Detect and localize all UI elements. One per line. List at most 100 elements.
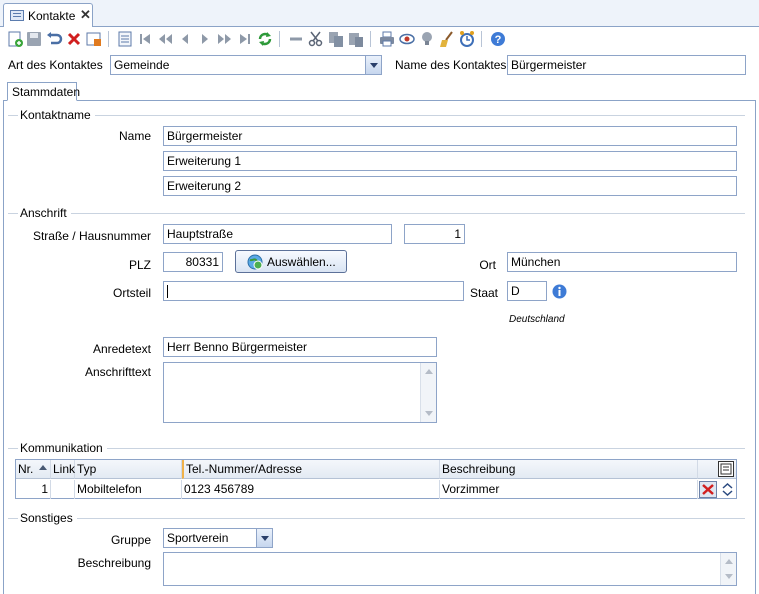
sort-ascending-icon [39, 465, 47, 470]
beschreibung-label: Beschreibung [77, 556, 151, 570]
scroll-up-icon[interactable] [725, 559, 733, 564]
help-icon[interactable]: ? [489, 30, 507, 48]
name-input[interactable]: Bürgermeister [163, 126, 737, 146]
preview-icon[interactable] [398, 30, 416, 48]
toolbar: ? [0, 27, 759, 51]
gruppe-select[interactable]: Sportverein [163, 528, 273, 548]
add-row-icon[interactable] [718, 461, 734, 477]
kommunikation-table: Nr. Link Typ Tel.-Nummer/Adresse Beschre… [15, 459, 737, 499]
column-header-actions [698, 460, 736, 479]
close-tab-icon[interactable]: ✕ [80, 7, 91, 23]
tab-stammdaten-label: Stammdaten [12, 85, 81, 99]
name-des-kontaktes-input[interactable]: Bürgermeister [507, 55, 746, 75]
tab-kontakte[interactable]: Kontakte ✕ [3, 3, 93, 28]
beschreibung-textarea[interactable] [163, 552, 737, 586]
column-header-nr-label: Nr. [18, 462, 34, 476]
new-record-icon[interactable] [6, 30, 24, 48]
erweiterung-2-input[interactable]: Erweiterung 2 [163, 176, 737, 196]
alarm-clock-icon[interactable] [458, 30, 476, 48]
last-record-icon[interactable] [236, 30, 254, 48]
tab-stammdaten[interactable]: Stammdaten [7, 82, 81, 101]
anschrifttext-scrollbar[interactable] [420, 363, 436, 422]
section-title-kontaktname: Kontaktname [18, 108, 95, 122]
indent-icon[interactable] [287, 30, 305, 48]
name-des-kontaktes-label: Name des Kontaktes [395, 58, 507, 72]
row-updown-icon[interactable] [720, 481, 735, 498]
name-label: Name [118, 129, 151, 143]
section-title-kommunikation: Kommunikation [18, 441, 107, 455]
anschrifttext-label: Anschrifttext [84, 365, 151, 379]
strasse-label: Straße / Hausnummer [32, 229, 151, 243]
column-header-nr[interactable]: Nr. [16, 460, 51, 479]
ort-input[interactable]: München [507, 252, 737, 272]
broom-icon[interactable] [438, 30, 456, 48]
art-des-kontaktes-select[interactable]: Gemeinde [110, 55, 382, 75]
column-header-link[interactable]: Link [51, 460, 75, 479]
scroll-up-icon[interactable] [425, 369, 433, 374]
info-icon[interactable] [552, 284, 567, 302]
delete-row-icon[interactable] [699, 481, 717, 498]
section-divider [8, 448, 745, 449]
toolbar-separator [370, 31, 371, 47]
cell-nr: 1 [16, 480, 51, 499]
column-header-nummer[interactable]: Tel.-Nummer/Adresse [182, 460, 440, 479]
list-view-icon[interactable] [116, 30, 134, 48]
paste-icon[interactable] [347, 30, 365, 48]
section-divider [8, 213, 745, 214]
contacts-card-icon [10, 10, 24, 21]
previous-record-icon[interactable] [176, 30, 194, 48]
cell-nummer: 0123 456789 [182, 480, 440, 499]
staat-name: Deutschland [509, 314, 565, 325]
print-icon[interactable] [378, 30, 396, 48]
previous-page-icon[interactable] [156, 30, 174, 48]
lightbulb-icon[interactable] [418, 30, 436, 48]
svg-text:?: ? [495, 34, 502, 46]
art-des-kontaktes-label: Art des Kontaktes [8, 58, 103, 72]
undo-icon[interactable] [45, 30, 63, 48]
cell-typ: Mobiltelefon [75, 480, 182, 499]
copy-icon[interactable] [327, 30, 345, 48]
chevron-down-icon[interactable] [365, 56, 381, 74]
section-divider [8, 518, 745, 519]
section-title-sonstiges: Sonstiges [18, 511, 77, 525]
staat-label: Staat [470, 286, 499, 300]
chevron-down-icon[interactable] [256, 529, 272, 547]
staat-input[interactable]: D [507, 281, 547, 301]
anredetext-input[interactable]: Herr Benno Bürgermeister [163, 337, 437, 357]
next-page-icon[interactable] [216, 30, 234, 48]
auswaehlen-button[interactable]: Auswählen... [235, 250, 347, 273]
scroll-down-icon[interactable] [725, 574, 733, 579]
save-icon[interactable] [25, 30, 43, 48]
scroll-down-icon[interactable] [425, 411, 433, 416]
next-record-icon[interactable] [196, 30, 214, 48]
cut-icon[interactable] [307, 30, 325, 48]
beschreibung-scrollbar[interactable] [720, 553, 736, 585]
document-tab-strip [0, 0, 759, 27]
gruppe-label: Gruppe [110, 533, 151, 547]
anschrifttext-textarea[interactable] [163, 362, 437, 423]
hausnummer-input[interactable]: 1 [404, 224, 465, 244]
toolbar-separator [481, 31, 482, 47]
auswaehlen-button-label: Auswählen... [267, 255, 336, 269]
art-des-kontaktes-value: Gemeinde [114, 58, 170, 72]
text-cursor [167, 285, 168, 299]
gruppe-value: Sportverein [167, 531, 229, 545]
delete-icon[interactable] [65, 30, 83, 48]
strasse-input[interactable]: Hauptstraße [163, 224, 392, 244]
record-properties-icon[interactable] [85, 30, 103, 48]
column-header-typ[interactable]: Typ [75, 460, 182, 479]
plz-input[interactable]: 80331 [163, 252, 223, 272]
column-header-beschreibung[interactable]: Beschreibung [440, 460, 698, 479]
section-title-anschrift: Anschrift [18, 206, 71, 220]
refresh-icon[interactable] [256, 30, 274, 48]
section-divider [8, 115, 745, 116]
anredetext-label: Anredetext [92, 342, 151, 356]
erweiterung-1-input[interactable]: Erweiterung 1 [163, 151, 737, 171]
tab-kontakte-label: Kontakte [28, 9, 76, 23]
ortsteil-input[interactable] [163, 281, 464, 301]
globe-icon [247, 254, 263, 273]
plz-label: PLZ [128, 258, 151, 272]
first-record-icon[interactable] [136, 30, 154, 48]
ort-label: Ort [479, 258, 496, 272]
cell-beschreibung: Vorzimmer [440, 480, 698, 499]
